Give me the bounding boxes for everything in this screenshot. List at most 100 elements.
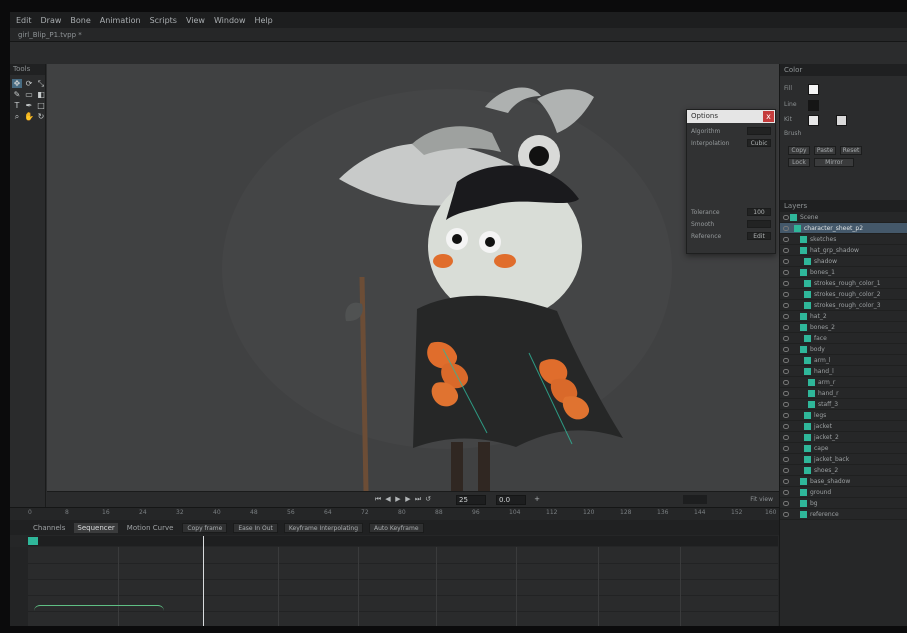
- prev-frame-icon[interactable]: ◀: [384, 495, 392, 504]
- layer-row[interactable]: hand_l: [780, 366, 907, 377]
- move-icon[interactable]: ✥: [12, 79, 22, 88]
- eye-icon[interactable]: [783, 314, 789, 319]
- eye-icon[interactable]: [783, 292, 789, 297]
- eye-icon[interactable]: [783, 512, 789, 517]
- eye-icon[interactable]: [783, 457, 789, 462]
- eye-icon[interactable]: [783, 501, 789, 506]
- eye-icon[interactable]: [783, 391, 789, 396]
- eye-icon[interactable]: [783, 380, 789, 385]
- close-icon[interactable]: x: [763, 111, 774, 122]
- brush-icon[interactable]: ✎: [12, 90, 22, 99]
- last-frame-icon[interactable]: ⏭: [414, 495, 422, 504]
- play-icon[interactable]: ▶: [394, 495, 402, 504]
- total-frame-field[interactable]: 0.0: [496, 495, 526, 505]
- refresh-icon[interactable]: ↻: [36, 112, 46, 121]
- hand-icon[interactable]: ✋: [24, 112, 34, 121]
- layer-row[interactable]: cape: [780, 443, 907, 454]
- lock-button[interactable]: Lock: [788, 158, 810, 167]
- menu-scripts[interactable]: Scripts: [150, 16, 177, 25]
- option-value[interactable]: Edit: [747, 232, 771, 240]
- eye-icon[interactable]: [783, 259, 789, 264]
- paste-button[interactable]: Paste: [814, 146, 836, 155]
- layer-row[interactable]: body: [780, 344, 907, 355]
- tab-channels[interactable]: Channels: [30, 523, 68, 533]
- layer-row[interactable]: jacket: [780, 421, 907, 432]
- menu-help[interactable]: Help: [254, 16, 272, 25]
- rotate-icon[interactable]: ⟳: [24, 79, 34, 88]
- layer-row[interactable]: strokes_rough_color_3: [780, 300, 907, 311]
- eye-icon[interactable]: [783, 248, 789, 253]
- eye-icon[interactable]: [783, 490, 789, 495]
- menu-window[interactable]: Window: [214, 16, 246, 25]
- document-tab[interactable]: girl_Blip_P1.tvpp *: [12, 30, 88, 41]
- add-frame-icon[interactable]: +: [533, 495, 541, 504]
- eye-icon[interactable]: [783, 479, 789, 484]
- layer-row[interactable]: arm_l: [780, 355, 907, 366]
- eye-icon[interactable]: [783, 424, 789, 429]
- menu-animation[interactable]: Animation: [100, 16, 141, 25]
- option-value[interactable]: 100: [747, 208, 771, 216]
- eye-icon[interactable]: [783, 281, 789, 286]
- shape-icon[interactable]: □: [36, 101, 46, 110]
- line-color-swatch[interactable]: [808, 100, 819, 111]
- first-frame-icon[interactable]: ⏮: [374, 495, 382, 504]
- layer-row[interactable]: sketches: [780, 234, 907, 245]
- fill-color-swatch[interactable]: [808, 84, 819, 95]
- ease-select[interactable]: Ease In Out: [233, 522, 278, 533]
- timeline-grid[interactable]: [28, 536, 778, 626]
- palette-swatch[interactable]: [836, 115, 847, 126]
- layer-row[interactable]: bones_1: [780, 267, 907, 278]
- mirror-button[interactable]: Mirror: [814, 158, 854, 167]
- menu-view[interactable]: View: [186, 16, 205, 25]
- tab-sequencer[interactable]: Sequencer: [74, 522, 118, 533]
- mode-select[interactable]: Keyframe Interpolating: [283, 522, 364, 533]
- eye-icon[interactable]: [783, 226, 789, 231]
- layer-row[interactable]: bones_2: [780, 322, 907, 333]
- layer-row[interactable]: shoes_2: [780, 465, 907, 476]
- eye-icon[interactable]: [783, 413, 789, 418]
- copy-button[interactable]: Copy: [788, 146, 810, 155]
- zoom-icon[interactable]: ⌕: [12, 112, 22, 121]
- eye-icon[interactable]: [783, 325, 789, 330]
- layer-row[interactable]: hat_grp_shadow: [780, 245, 907, 256]
- text-icon[interactable]: T: [12, 101, 22, 110]
- eye-icon[interactable]: [783, 215, 789, 220]
- layer-row[interactable]: Scene: [780, 212, 907, 223]
- layer-row[interactable]: jacket_back: [780, 454, 907, 465]
- layer-row[interactable]: arm_r: [780, 377, 907, 388]
- scale-icon[interactable]: ⤡: [36, 79, 46, 88]
- layer-row[interactable]: staff_3: [780, 399, 907, 410]
- next-frame-icon[interactable]: ▶: [404, 495, 412, 504]
- layer-row[interactable]: shadow: [780, 256, 907, 267]
- eye-icon[interactable]: [783, 270, 789, 275]
- eye-icon[interactable]: [783, 336, 789, 341]
- fill-icon[interactable]: ◧: [36, 90, 46, 99]
- canvas-viewport[interactable]: [47, 64, 779, 491]
- kit-color-swatch[interactable]: [808, 115, 819, 126]
- option-value[interactable]: [747, 220, 771, 228]
- tab-motion-curve[interactable]: Motion Curve: [124, 523, 177, 533]
- playhead[interactable]: [203, 536, 204, 626]
- zoom-field[interactable]: [683, 495, 707, 504]
- option-value[interactable]: [747, 127, 771, 135]
- eye-icon[interactable]: [783, 468, 789, 473]
- layer-row[interactable]: bg: [780, 498, 907, 509]
- reset-button[interactable]: Reset: [840, 146, 862, 155]
- layer-row[interactable]: legs: [780, 410, 907, 421]
- eye-icon[interactable]: [783, 446, 789, 451]
- eye-icon[interactable]: [783, 358, 789, 363]
- layer-row[interactable]: hat_2: [780, 311, 907, 322]
- auto-keyframe-select[interactable]: Auto Keyframe: [369, 522, 424, 533]
- option-value[interactable]: Cubic: [747, 139, 771, 147]
- layer-row[interactable]: character_sheet_p2: [780, 223, 907, 234]
- pen-icon[interactable]: ✒: [24, 101, 34, 110]
- layer-row[interactable]: ground: [780, 487, 907, 498]
- layer-row[interactable]: strokes_rough_color_1: [780, 278, 907, 289]
- loop-icon[interactable]: ↺: [424, 495, 432, 504]
- layer-row[interactable]: reference: [780, 509, 907, 520]
- menu-bone[interactable]: Bone: [70, 16, 90, 25]
- eye-icon[interactable]: [783, 347, 789, 352]
- eye-icon[interactable]: [783, 435, 789, 440]
- layer-row[interactable]: face: [780, 333, 907, 344]
- copy-frame-select[interactable]: Copy frame: [182, 522, 228, 533]
